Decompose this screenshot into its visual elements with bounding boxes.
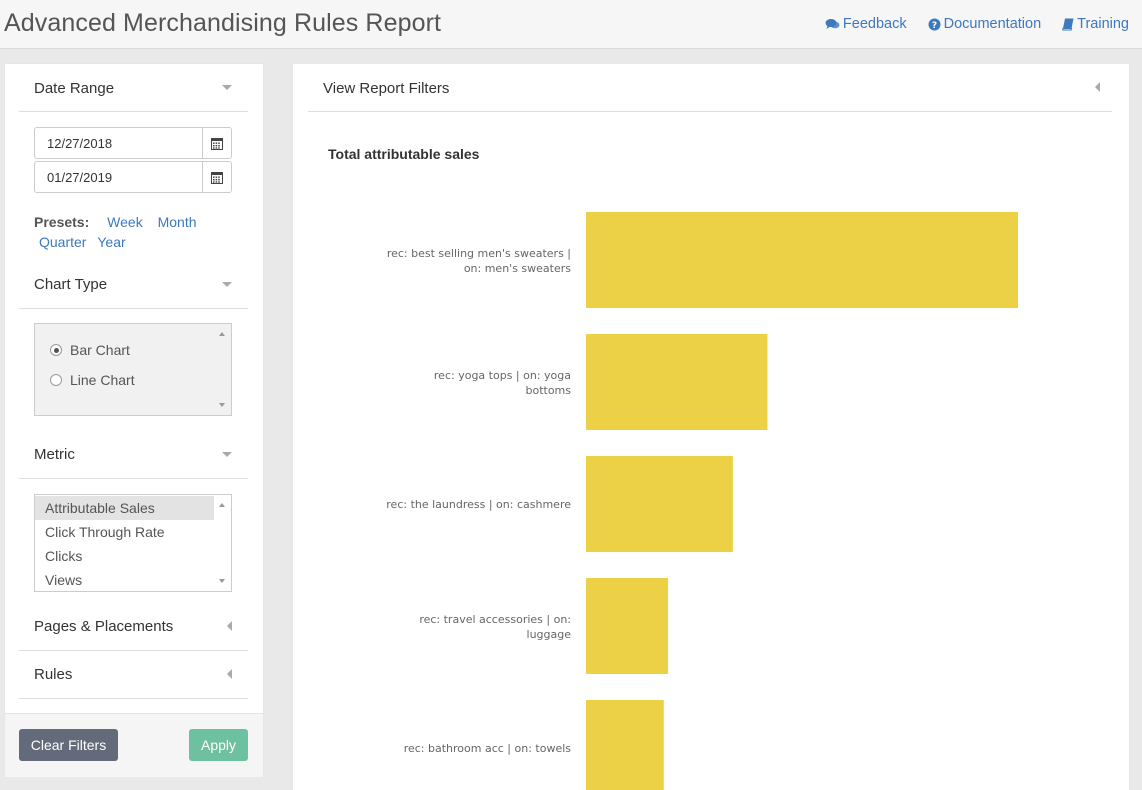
preset-year-link[interactable]: Year xyxy=(97,234,125,250)
start-date-calendar-button[interactable] xyxy=(202,128,231,158)
calendar-icon xyxy=(211,171,223,184)
bar-label: rec: the laundress | on: cashmere xyxy=(386,498,571,511)
calendar-icon xyxy=(211,137,223,150)
metric-header[interactable]: Metric xyxy=(19,431,248,479)
line-chart-label: Line Chart xyxy=(70,372,135,388)
preset-quarter-link[interactable]: Quarter xyxy=(39,234,86,250)
bar[interactable] xyxy=(586,700,664,790)
metric-option[interactable]: Views xyxy=(35,568,215,591)
bar-label: rec: best selling men's sweaters | on: me… xyxy=(387,247,571,275)
bar[interactable] xyxy=(586,334,768,430)
chevron-down-icon xyxy=(222,452,232,457)
line-chart-radio[interactable] xyxy=(50,374,62,386)
chevron-down-icon xyxy=(222,85,232,90)
clear-filters-button[interactable]: Clear Filters xyxy=(19,729,118,761)
end-date-group xyxy=(34,161,232,193)
chevron-left-icon xyxy=(227,621,232,631)
chart-type-scrollbar[interactable] xyxy=(214,324,231,415)
date-range-title: Date Range xyxy=(34,80,115,97)
date-range-header[interactable]: Date Range xyxy=(19,64,248,112)
preset-week-link[interactable]: Week xyxy=(107,214,143,230)
start-date-input[interactable] xyxy=(35,128,203,158)
chart-type-list[interactable]: Bar Chart Line Chart xyxy=(34,323,232,416)
metric-option[interactable]: Attributable Sales xyxy=(35,496,215,520)
pages-placements-title: Pages & Placements xyxy=(34,618,174,635)
chevron-left-icon xyxy=(227,669,232,679)
metric-list[interactable]: Attributable Sales Click Through Rate Cl… xyxy=(34,494,232,592)
documentation-link[interactable]: ? Documentation xyxy=(928,16,1042,32)
presets-label: Presets: xyxy=(34,214,90,230)
report-panel: View Report Filters Total attributable s… xyxy=(293,64,1129,790)
bar-label: rec: travel accessories | on: luggage xyxy=(419,613,571,641)
header-links: Feedback ? Documentation Training xyxy=(804,16,1129,32)
documentation-link-label: Documentation xyxy=(943,16,1042,32)
comments-icon xyxy=(825,19,840,29)
bar-chart-option[interactable]: Bar Chart xyxy=(50,342,130,358)
bar[interactable] xyxy=(586,578,669,674)
rules-title: Rules xyxy=(34,666,73,683)
chart-type-title: Chart Type xyxy=(34,276,108,293)
bar-label: rec: yoga tops | on: yoga bottoms xyxy=(434,369,571,397)
bar-chart-label: Bar Chart xyxy=(70,342,130,358)
end-date-calendar-button[interactable] xyxy=(202,162,231,192)
scroll-down-icon[interactable] xyxy=(219,579,225,583)
sidebar-footer: Clear Filters Apply xyxy=(5,713,263,777)
training-link-label: Training xyxy=(1077,16,1129,32)
metric-option[interactable]: Click Through Rate xyxy=(35,520,215,544)
scroll-up-icon[interactable] xyxy=(219,503,225,507)
date-presets: Presets: Week Month Quarter Year xyxy=(34,212,244,252)
scroll-up-icon[interactable] xyxy=(219,332,225,336)
question-circle-icon: ? xyxy=(928,18,941,31)
preset-month-link[interactable]: Month xyxy=(158,214,197,230)
training-link[interactable]: Training xyxy=(1062,16,1129,32)
bar-chart: rec: best selling men's sweaters | on: me… xyxy=(386,212,1018,790)
metric-title: Metric xyxy=(34,446,75,463)
scroll-down-icon[interactable] xyxy=(219,403,225,407)
app-header: Advanced Merchandising Rules Report Feed… xyxy=(0,0,1142,49)
bar[interactable] xyxy=(586,456,733,552)
start-date-group xyxy=(34,127,232,159)
feedback-link[interactable]: Feedback xyxy=(825,16,907,32)
chart-type-header[interactable]: Chart Type xyxy=(19,261,248,309)
feedback-link-label: Feedback xyxy=(842,16,907,32)
apply-button[interactable]: Apply xyxy=(189,729,248,761)
bar-chart-radio[interactable] xyxy=(50,344,62,356)
bar[interactable] xyxy=(586,212,1018,308)
metric-scrollbar[interactable] xyxy=(214,495,231,591)
chevron-down-icon xyxy=(222,282,232,287)
line-chart-option[interactable]: Line Chart xyxy=(50,372,135,388)
rules-header[interactable]: Rules xyxy=(19,651,248,699)
book-icon xyxy=(1062,18,1074,30)
end-date-input[interactable] xyxy=(35,162,203,192)
metric-option[interactable]: Clicks xyxy=(35,544,215,568)
bar-label: rec: bathroom acc | on: towels xyxy=(404,742,572,755)
page-title: Advanced Merchandising Rules Report xyxy=(4,9,442,37)
filters-sidebar: Date Range 12/27/2018 01/27/2019 Presets… xyxy=(5,64,263,777)
pages-placements-header[interactable]: Pages & Placements xyxy=(19,603,248,651)
svg-text:?: ? xyxy=(931,21,936,31)
